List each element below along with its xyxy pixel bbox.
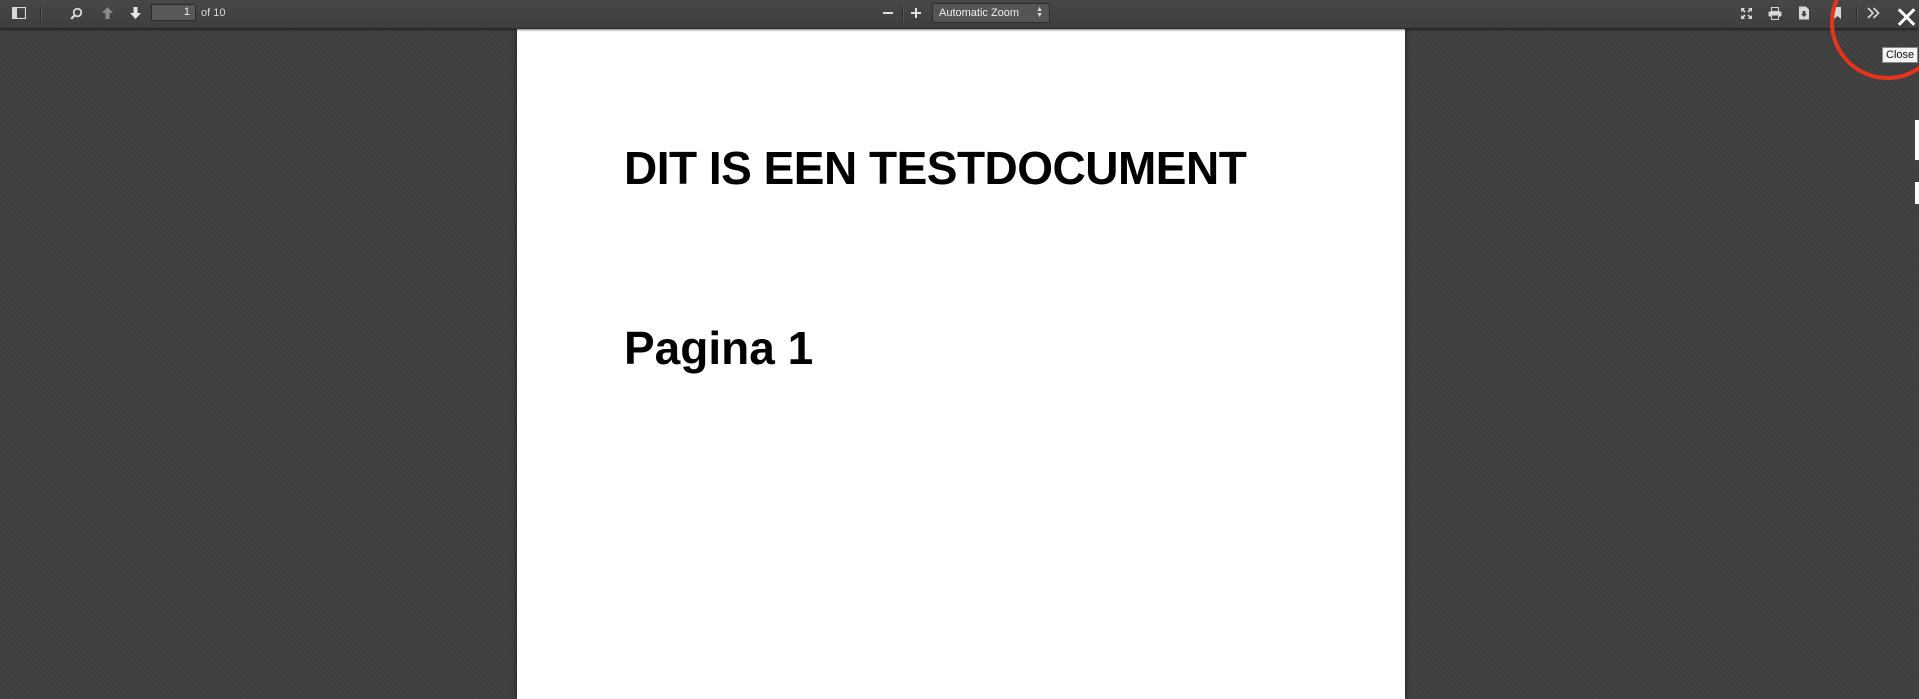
side-panel-edge	[1915, 182, 1919, 204]
close-overlay: ✕	[1830, 0, 1919, 90]
page-number-input[interactable]: 1	[151, 4, 196, 21]
zoom-out-button[interactable]	[877, 3, 899, 23]
document-page-label: Pagina 1	[624, 322, 814, 374]
page-count-label: of 10	[201, 7, 226, 19]
zoom-select[interactable]: Automatic Zoom ▲ ▼	[932, 3, 1050, 23]
close-icon[interactable]: ✕	[1894, 2, 1919, 36]
plus-icon	[911, 8, 921, 18]
previous-page-button[interactable]	[96, 3, 118, 23]
zoom-in-button[interactable]	[905, 3, 927, 23]
print-icon	[1768, 6, 1782, 20]
zoom-select-value: Automatic Zoom	[939, 7, 1020, 19]
next-page-button[interactable]	[124, 3, 146, 23]
arrow-up-icon	[101, 7, 113, 19]
download-button[interactable]	[1793, 3, 1815, 23]
chevron-updown-icon: ▲ ▼	[1036, 6, 1043, 19]
find-button[interactable]	[65, 3, 87, 23]
fullscreen-icon	[1740, 7, 1752, 19]
toolbar-separator	[40, 6, 41, 21]
arrow-down-icon	[129, 7, 141, 19]
minus-icon	[883, 12, 893, 14]
pdf-toolbar: 1 of 10 Automatic Zoom ▲ ▼	[0, 0, 1919, 29]
pdf-page: DIT IS EEN TESTDOCUMENT Pagina 1	[517, 29, 1405, 699]
download-icon	[1799, 6, 1809, 20]
close-tooltip: Close	[1882, 47, 1919, 63]
document-title: DIT IS EEN TESTDOCUMENT	[624, 142, 1247, 194]
search-icon	[69, 7, 82, 20]
sidebar-toggle-button[interactable]	[8, 3, 30, 23]
sidebar-icon	[12, 7, 26, 19]
presentation-mode-button[interactable]	[1735, 3, 1757, 23]
print-button[interactable]	[1764, 3, 1786, 23]
toolbar-separator	[902, 6, 903, 21]
side-panel-edge	[1915, 120, 1919, 160]
